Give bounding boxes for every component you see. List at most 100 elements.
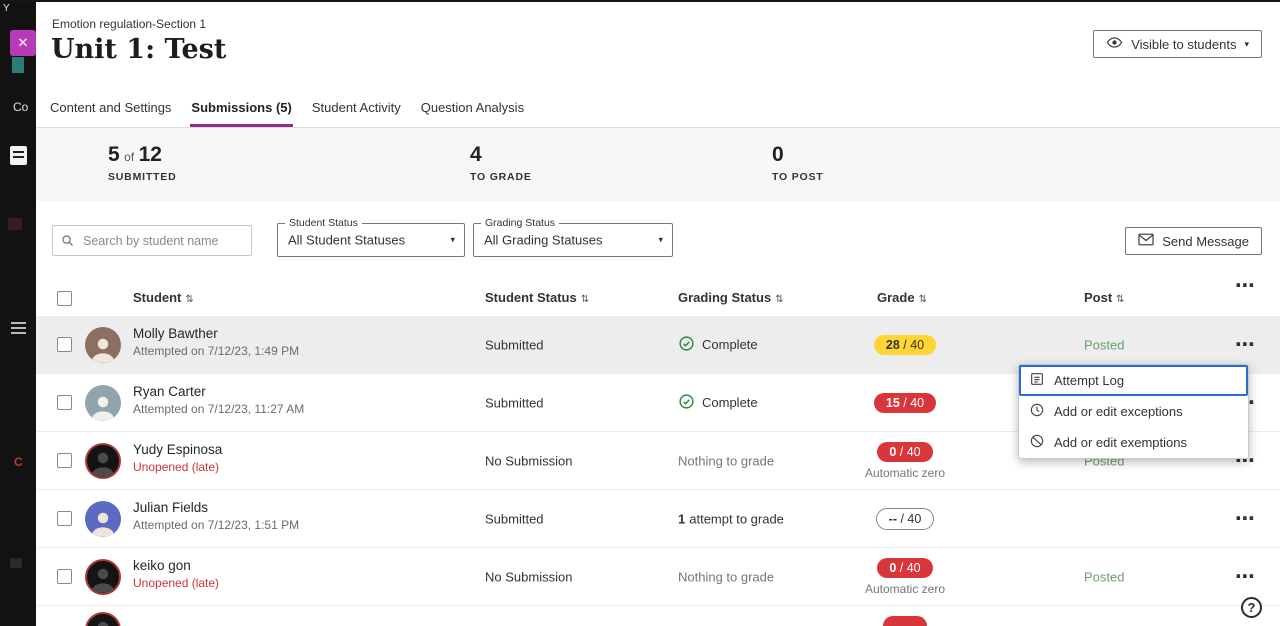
- grade-pill[interactable]: 28 / 40: [874, 335, 936, 355]
- send-message-button[interactable]: Send Message: [1125, 227, 1262, 255]
- close-panel-button[interactable]: ✕: [10, 30, 36, 56]
- sidebar-text-fragment: Co: [13, 100, 28, 114]
- row-overflow-menu-button[interactable]: ⋯: [1228, 338, 1262, 352]
- select-all-checkbox[interactable]: [57, 291, 72, 306]
- select-floating-label: Grading Status: [481, 217, 559, 229]
- search-input[interactable]: [52, 225, 252, 256]
- column-header-grade[interactable]: Grade⇅: [877, 290, 927, 305]
- row-checkbox[interactable]: [57, 511, 72, 526]
- stat-total: 12: [139, 143, 162, 166]
- sidebar-decor: [10, 558, 22, 568]
- grading-status-value: Complete: [678, 335, 758, 355]
- table-row[interactable]: keiko gon Unopened (late) No Submission …: [36, 548, 1280, 606]
- window-top-edge: [0, 0, 1280, 2]
- grading-status-value: 1 attempt to grade: [678, 511, 784, 526]
- visibility-dropdown-button[interactable]: Visible to students ▾: [1093, 30, 1262, 58]
- menu-item-attempt-log[interactable]: Attempt Log: [1019, 365, 1248, 396]
- content-book-icon: [10, 146, 27, 165]
- student-status-value: Submitted: [485, 395, 544, 410]
- grade-cell[interactable]: 0 / 40 Automatic zero: [840, 558, 970, 596]
- attempt-log-icon: [1029, 371, 1045, 390]
- attempt-detail: Unopened (late): [133, 576, 219, 590]
- ban-icon: [1029, 433, 1045, 452]
- column-header-post[interactable]: Post⇅: [1084, 290, 1125, 305]
- tab-bar: Content and Settings Submissions (5) Stu…: [36, 90, 1280, 128]
- row-context-menu: Attempt Log Add or edit exceptions Add o…: [1018, 364, 1249, 459]
- sidebar-decor: [8, 218, 22, 230]
- menu-icon: [11, 322, 26, 333]
- visibility-label: Visible to students: [1131, 37, 1236, 52]
- chevron-down-icon: ▾: [450, 235, 455, 246]
- column-header-grading-status[interactable]: Grading Status⇅: [678, 290, 784, 305]
- select-value: All Student Statuses: [288, 233, 405, 248]
- menu-item-add-edit-exceptions[interactable]: Add or edit exceptions: [1019, 396, 1248, 427]
- student-status-value: Submitted: [485, 511, 544, 526]
- grade-pill[interactable]: 15 / 40: [874, 393, 936, 413]
- table-row[interactable]: [36, 606, 1280, 626]
- sort-icon: ⇅: [775, 294, 783, 305]
- automatic-zero-note: Automatic zero: [840, 582, 970, 596]
- avatar: [85, 559, 121, 595]
- student-name[interactable]: Molly Bawther: [133, 326, 299, 341]
- row-overflow-menu-button[interactable]: ⋯: [1228, 512, 1262, 526]
- grade-pill[interactable]: 0 / 40: [877, 558, 932, 578]
- select-value: All Grading Statuses: [484, 233, 603, 248]
- post-status[interactable]: Posted: [1084, 569, 1124, 584]
- send-message-label: Send Message: [1162, 234, 1249, 249]
- attempt-detail: Unopened (late): [133, 460, 222, 474]
- column-header-student[interactable]: Student⇅: [133, 290, 194, 305]
- sidebar-text-fragment: Y: [3, 3, 10, 14]
- grade-cell[interactable]: 0 / 40 Automatic zero: [840, 442, 970, 480]
- avatar: [85, 385, 121, 421]
- sort-icon: ⇅: [1116, 294, 1124, 305]
- grade-cell[interactable]: [840, 616, 970, 626]
- submissions-table: Molly Bawther Attempted on 7/12/23, 1:49…: [36, 316, 1280, 626]
- avatar: [85, 327, 121, 363]
- tab-student-activity[interactable]: Student Activity: [311, 90, 402, 127]
- grading-status-value: Nothing to grade: [678, 569, 774, 584]
- help-button[interactable]: ?: [1241, 597, 1262, 618]
- stats-band: 5 of 12 SUBMITTED 4 TO GRADE 0 TO POST: [36, 128, 1280, 201]
- student-name[interactable]: Ryan Carter: [133, 384, 304, 399]
- search-box: [52, 225, 252, 256]
- clock-icon: [1029, 402, 1045, 421]
- student-status-value: No Submission: [485, 453, 572, 468]
- tab-content-and-settings[interactable]: Content and Settings: [49, 90, 172, 127]
- collapsed-sidebar: Y Co C: [0, 0, 36, 626]
- student-name[interactable]: Julian Fields: [133, 500, 299, 515]
- row-overflow-menu-button[interactable]: ⋯: [1228, 570, 1262, 584]
- complete-check-icon: [678, 335, 695, 355]
- grade-pill[interactable]: -- / 40: [876, 508, 935, 530]
- student-name[interactable]: keiko gon: [133, 558, 219, 573]
- attempt-detail: Attempted on 7/12/23, 1:51 PM: [133, 518, 299, 532]
- row-checkbox[interactable]: [57, 569, 72, 584]
- header-overflow-menu-button[interactable]: ⋯: [1228, 279, 1262, 293]
- chevron-down-icon: ▾: [1244, 39, 1249, 50]
- sidebar-text-fragment: C: [14, 455, 23, 469]
- grade-pill[interactable]: [883, 616, 928, 626]
- attempt-detail: Attempted on 7/12/23, 11:27 AM: [133, 402, 304, 416]
- menu-item-add-edit-exemptions[interactable]: Add or edit exemptions: [1019, 427, 1248, 458]
- grading-status-select[interactable]: Grading Status All Grading Statuses ▾: [473, 223, 673, 257]
- grading-status-value: Complete: [678, 393, 758, 413]
- grade-cell[interactable]: 15 / 40: [840, 393, 970, 413]
- tab-question-analysis[interactable]: Question Analysis: [420, 90, 525, 127]
- table-row[interactable]: Julian Fields Attempted on 7/12/23, 1:51…: [36, 490, 1280, 548]
- row-checkbox[interactable]: [57, 337, 72, 352]
- page-title: Unit 1: Test: [51, 34, 226, 65]
- attempt-detail: Attempted on 7/12/23, 1:49 PM: [133, 344, 299, 358]
- grade-cell[interactable]: -- / 40: [840, 508, 970, 530]
- post-status[interactable]: Posted: [1084, 337, 1124, 352]
- avatar: [85, 612, 121, 626]
- tab-submissions[interactable]: Submissions (5): [190, 90, 292, 127]
- grade-pill[interactable]: 0 / 40: [877, 442, 932, 462]
- row-checkbox[interactable]: [57, 395, 72, 410]
- student-status-value: No Submission: [485, 569, 572, 584]
- grade-cell[interactable]: 28 / 40: [840, 335, 970, 355]
- student-status-select[interactable]: Student Status All Student Statuses ▾: [277, 223, 465, 257]
- main-panel: Emotion regulation-Section 1 Unit 1: Tes…: [36, 0, 1280, 626]
- row-checkbox[interactable]: [57, 453, 72, 468]
- column-header-student-status[interactable]: Student Status⇅: [485, 290, 589, 305]
- app-window: Y Co C ✕ Emotion regulation-Section 1 Un…: [0, 0, 1280, 626]
- student-name[interactable]: Yudy Espinosa: [133, 442, 222, 457]
